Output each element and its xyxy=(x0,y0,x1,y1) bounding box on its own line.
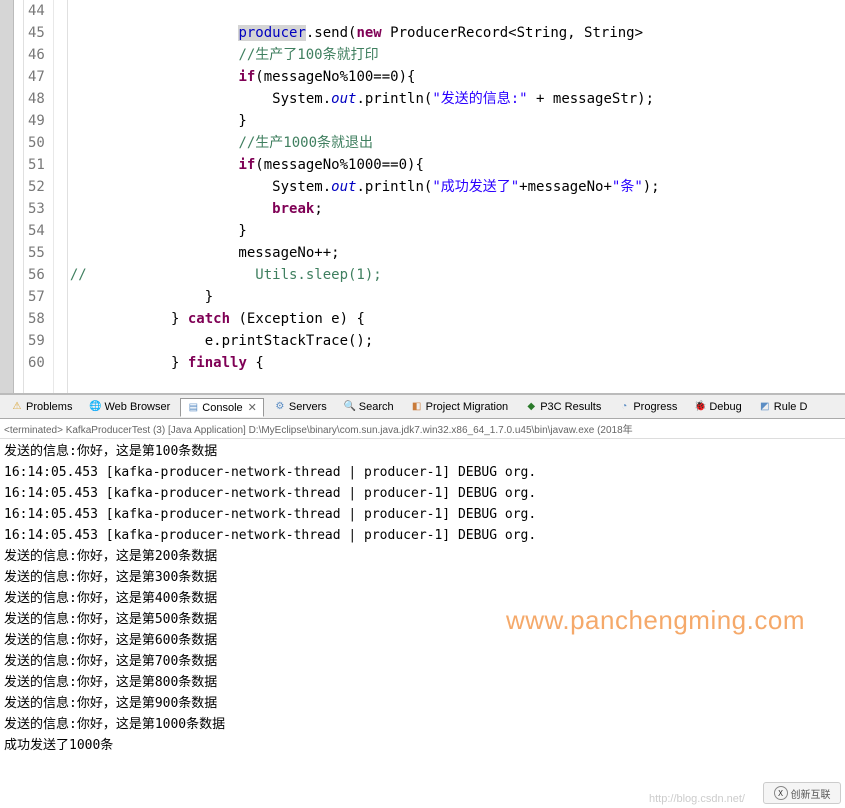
console-line: 发送的信息:你好，这是第300条数据 xyxy=(4,567,841,588)
code-line[interactable]: System.out.println("发送的信息:" + messageStr… xyxy=(70,88,845,110)
line-number: 56 xyxy=(28,264,45,286)
code-line[interactable]: // Utils.sleep(1); xyxy=(70,264,845,286)
code-line[interactable]: } xyxy=(70,286,845,308)
code-line[interactable]: } xyxy=(70,110,845,132)
code-line[interactable]: e.printStackTrace(); xyxy=(70,330,845,352)
line-number: 44 xyxy=(28,0,45,22)
code-line[interactable]: //生产1000条就退出 xyxy=(70,132,845,154)
editor-margin xyxy=(0,0,14,393)
tab-label: Debug xyxy=(709,401,741,413)
code-line[interactable]: } finally { xyxy=(70,352,845,374)
console-output[interactable]: 发送的信息:你好，这是第100条数据16:14:05.453 [kafka-pr… xyxy=(0,439,845,758)
problems-icon: ⚠ xyxy=(11,401,23,413)
code-line[interactable]: break; xyxy=(70,198,845,220)
line-number: 54 xyxy=(28,220,45,242)
code-line[interactable]: } catch (Exception e) { xyxy=(70,308,845,330)
console-line: 16:14:05.453 [kafka-producer-network-thr… xyxy=(4,462,841,483)
web-browser-icon: 🌐 xyxy=(89,401,101,413)
tab-debug[interactable]: 🐞Debug xyxy=(687,398,748,416)
tab-label: Problems xyxy=(26,401,72,413)
tab-web-browser[interactable]: 🌐Web Browser xyxy=(82,398,177,416)
tab-label: Rule D xyxy=(774,401,808,413)
line-number: 47 xyxy=(28,66,45,88)
line-number: 51 xyxy=(28,154,45,176)
tab-label: Web Browser xyxy=(104,401,170,413)
code-area[interactable]: producer.send(new ProducerRecord<String,… xyxy=(68,0,845,393)
line-number: 57 xyxy=(28,286,45,308)
tab-label: Console xyxy=(202,402,242,414)
progress-icon: ◔ xyxy=(618,401,630,413)
console-line: 16:14:05.453 [kafka-producer-network-thr… xyxy=(4,525,841,546)
console-icon: ▤ xyxy=(187,402,199,414)
console-line: 发送的信息:你好，这是第400条数据 xyxy=(4,588,841,609)
console-header: <terminated> KafkaProducerTest (3) [Java… xyxy=(0,419,845,439)
line-number: 52 xyxy=(28,176,45,198)
console-line: 发送的信息:你好，这是第200条数据 xyxy=(4,546,841,567)
tab-project-migration[interactable]: ◧Project Migration xyxy=(404,398,516,416)
p3c-results-icon: ◆ xyxy=(525,401,537,413)
tab-label: Progress xyxy=(633,401,677,413)
line-number: 48 xyxy=(28,88,45,110)
tab-search[interactable]: 🔍Search xyxy=(337,398,401,416)
logo-icon: X xyxy=(774,786,788,800)
logo-label: 创新互联 xyxy=(791,786,831,801)
logo-badge: X 创新互联 xyxy=(763,782,841,804)
code-line[interactable]: producer.send(new ProducerRecord<String,… xyxy=(70,22,845,44)
code-editor[interactable]: 4445464748495051525354555657585960 produ… xyxy=(0,0,845,395)
line-number: 59 xyxy=(28,330,45,352)
code-line[interactable] xyxy=(70,0,845,22)
tab-label: Servers xyxy=(289,401,327,413)
footer-watermark: http://blog.csdn.net/ xyxy=(649,793,745,805)
console-line: 发送的信息:你好，这是第600条数据 xyxy=(4,630,841,651)
code-line[interactable]: messageNo++; xyxy=(70,242,845,264)
tab-label: P3C Results xyxy=(540,401,601,413)
debug-icon: 🐞 xyxy=(694,401,706,413)
rule-d-icon: ◩ xyxy=(759,401,771,413)
tab-rule-d[interactable]: ◩Rule D xyxy=(752,398,815,416)
console-line: 发送的信息:你好，这是第1000条数据 xyxy=(4,714,841,735)
tab-console[interactable]: ▤Console ✕ xyxy=(180,398,264,417)
tab-progress[interactable]: ◔Progress xyxy=(611,398,684,416)
console-line: 发送的信息:你好，这是第100条数据 xyxy=(4,441,841,462)
line-number: 45 xyxy=(28,22,45,44)
close-icon[interactable]: ✕ xyxy=(248,401,257,414)
tab-label: Project Migration xyxy=(426,401,509,413)
console-line: 发送的信息:你好，这是第900条数据 xyxy=(4,693,841,714)
tab-problems[interactable]: ⚠Problems xyxy=(4,398,79,416)
tab-label: Search xyxy=(359,401,394,413)
line-number: 46 xyxy=(28,44,45,66)
code-line[interactable]: System.out.println("成功发送了"+messageNo+"条"… xyxy=(70,176,845,198)
console-line: 发送的信息:你好，这是第500条数据 xyxy=(4,609,841,630)
console-line: 发送的信息:你好，这是第800条数据 xyxy=(4,672,841,693)
line-gutter: 4445464748495051525354555657585960 xyxy=(24,0,54,393)
search-icon: 🔍 xyxy=(344,401,356,413)
line-number: 55 xyxy=(28,242,45,264)
console-line: 成功发送了1000条 xyxy=(4,735,841,756)
servers-icon: ⚙ xyxy=(274,401,286,413)
marker-column xyxy=(14,0,24,393)
fold-column xyxy=(54,0,68,393)
console-line: 发送的信息:你好，这是第700条数据 xyxy=(4,651,841,672)
console-line: 16:14:05.453 [kafka-producer-network-thr… xyxy=(4,483,841,504)
line-number: 53 xyxy=(28,198,45,220)
code-line[interactable]: } xyxy=(70,220,845,242)
project-migration-icon: ◧ xyxy=(411,401,423,413)
line-number: 58 xyxy=(28,308,45,330)
code-line[interactable]: if(messageNo%100==0){ xyxy=(70,66,845,88)
tab-p3c-results[interactable]: ◆P3C Results xyxy=(518,398,608,416)
console-line: 16:14:05.453 [kafka-producer-network-thr… xyxy=(4,504,841,525)
line-number: 50 xyxy=(28,132,45,154)
line-number: 49 xyxy=(28,110,45,132)
tab-servers[interactable]: ⚙Servers xyxy=(267,398,334,416)
views-tab-bar[interactable]: ⚠Problems🌐Web Browser▤Console✕⚙Servers🔍S… xyxy=(0,395,845,419)
code-line[interactable]: //生产了100条就打印 xyxy=(70,44,845,66)
code-line[interactable]: if(messageNo%1000==0){ xyxy=(70,154,845,176)
line-number: 60 xyxy=(28,352,45,374)
